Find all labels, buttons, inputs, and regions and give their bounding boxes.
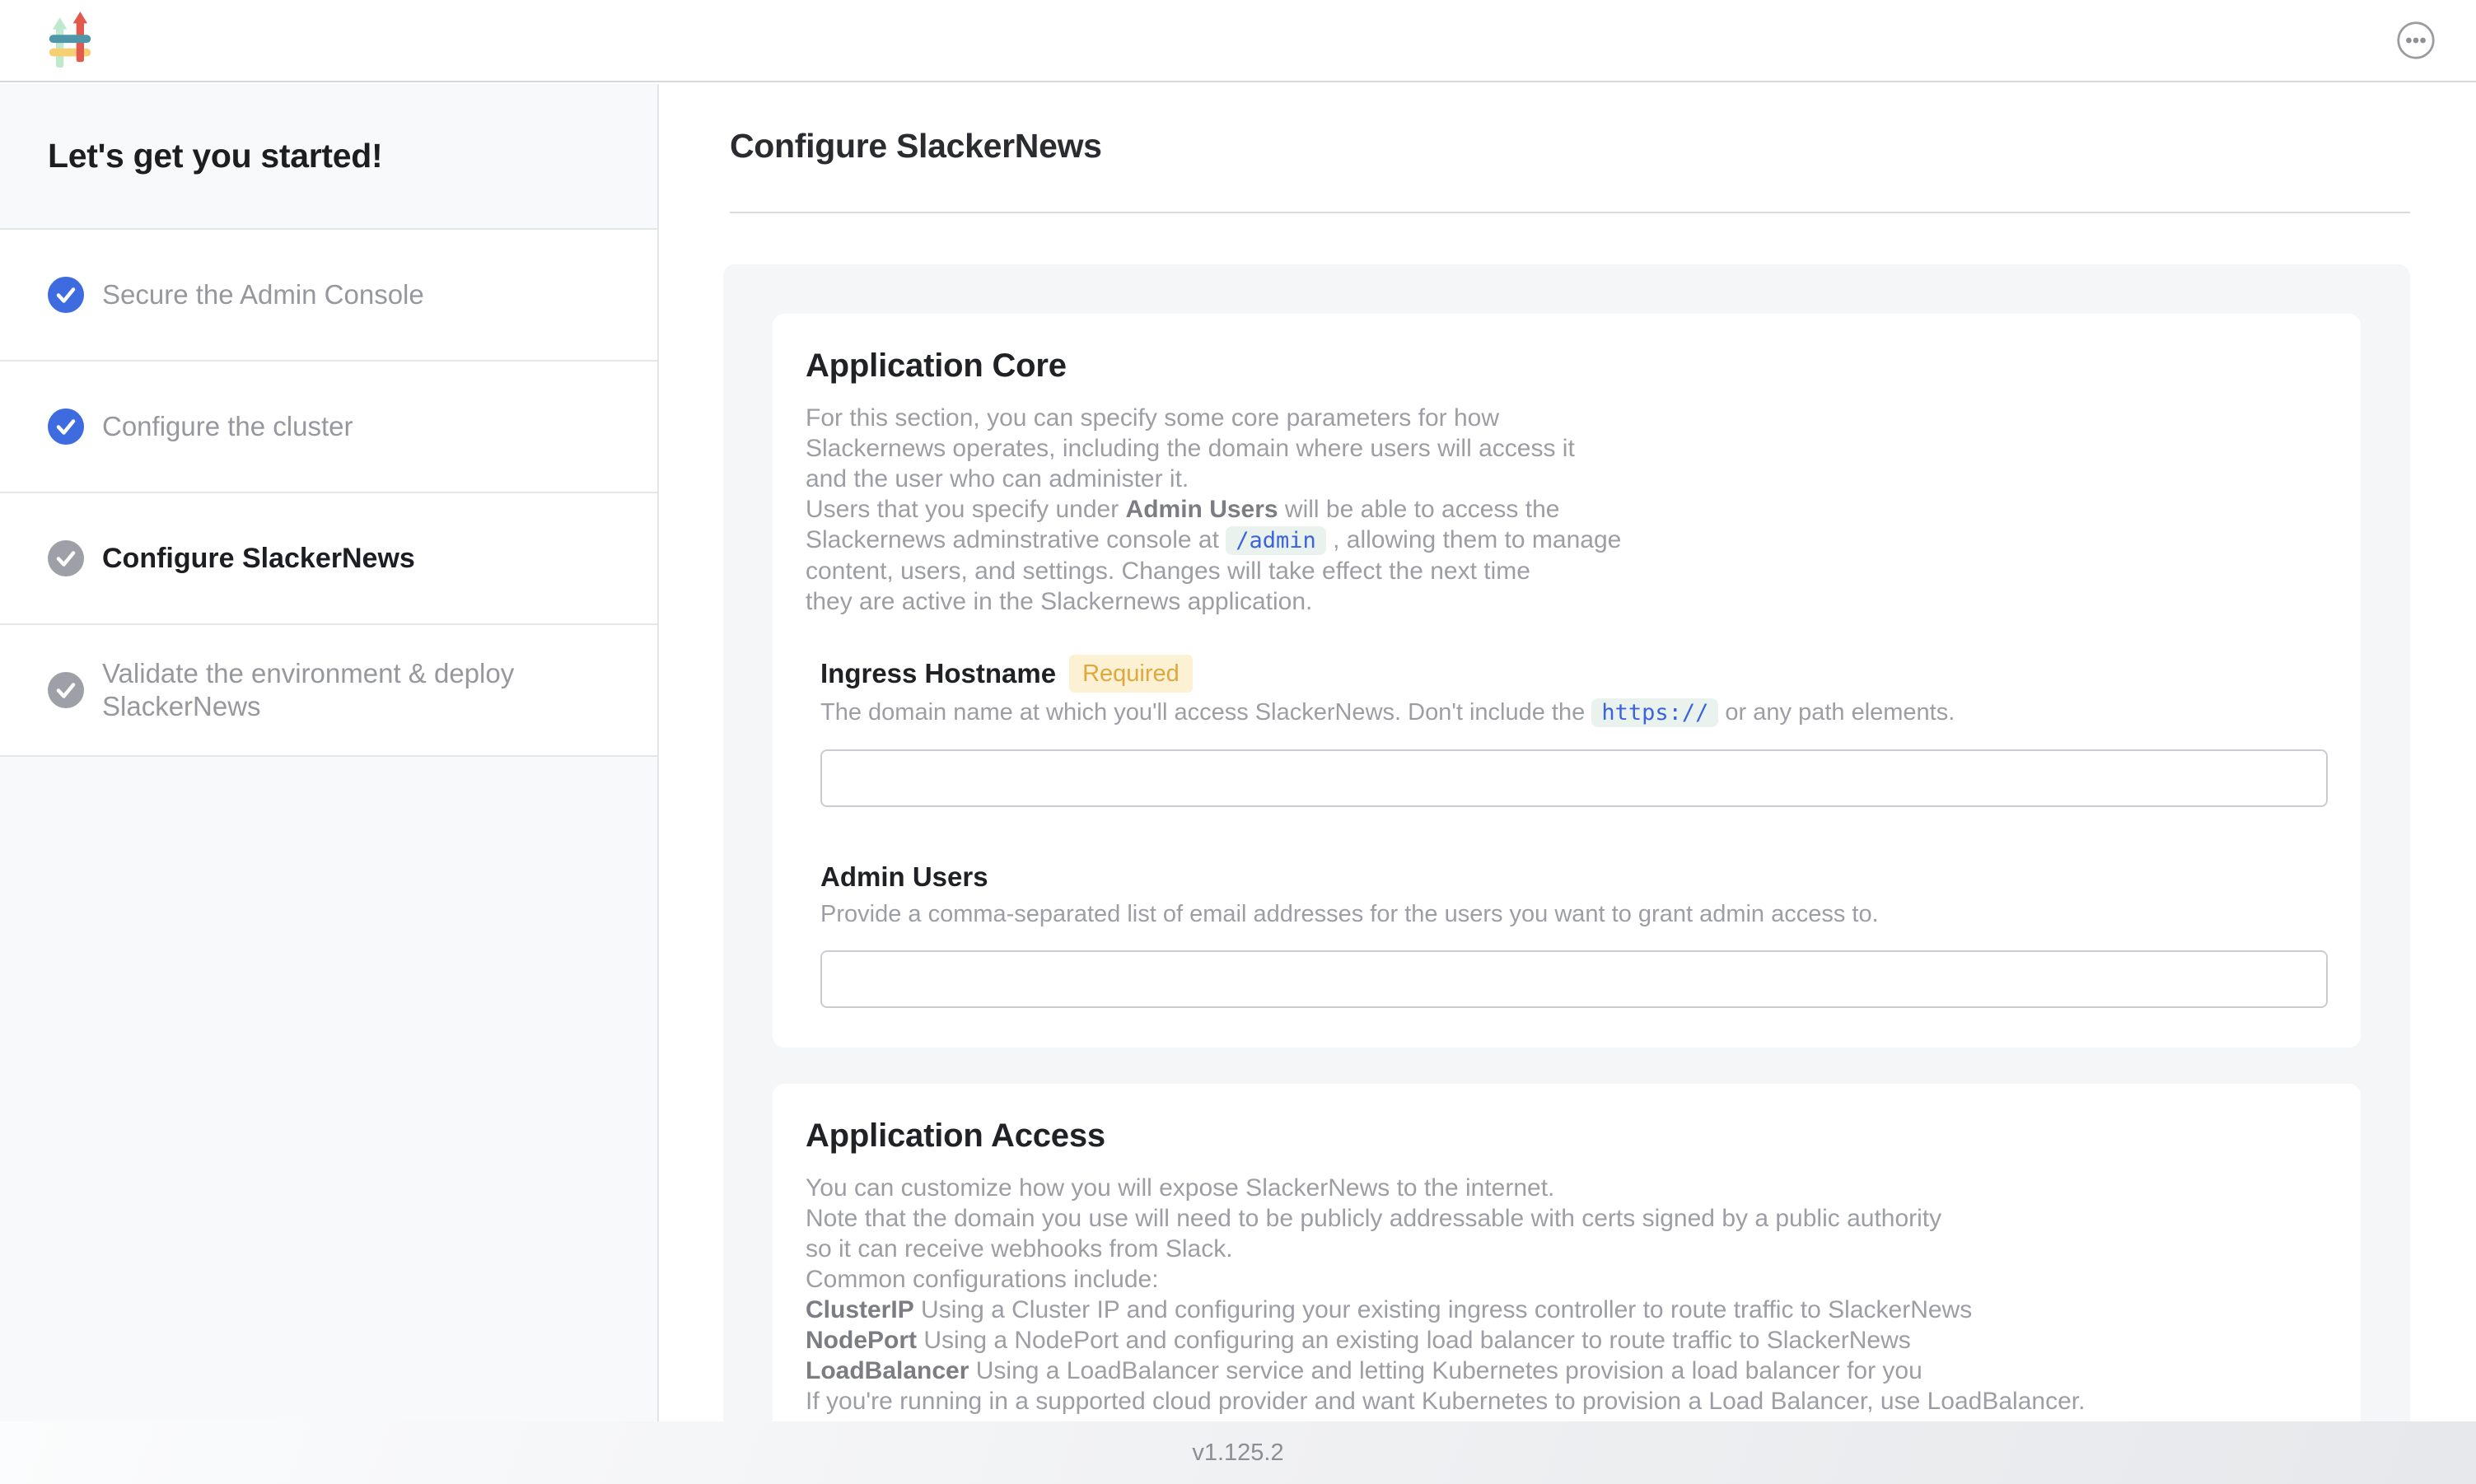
admin-users-input[interactable] [820,950,2328,1008]
more-options-button[interactable] [2397,21,2436,60]
field-label: Admin Users [820,860,988,894]
step-check-icon [48,408,84,445]
setup-step-item[interactable]: Configure the cluster [0,362,657,493]
ingress-hostname-field: Ingress Hostname Required The domain nam… [820,655,2328,807]
card-title: Application Core [806,347,2328,385]
card-description: You can customize how you will expose Sl… [806,1173,2328,1416]
admin-users-field: Admin Users Provide a comma-separated li… [820,860,2328,1008]
ellipsis-icon [2397,21,2435,59]
setup-step-item[interactable]: Secure the Admin Console [0,230,657,362]
version-footer: v1.125.2 [0,1421,2476,1484]
card-description: For this section, you can specify some c… [806,403,2328,617]
step-label: Validate the environment & deploy Slacke… [102,657,611,723]
page-title: Configure SlackerNews [730,127,2476,166]
sidebar-title: Let's get you started! [48,137,382,175]
version-label: v1.125.2 [1192,1440,1283,1467]
field-help: Provide a comma-separated list of email … [820,899,2328,929]
step-check-icon [48,672,84,708]
step-label: Configure the cluster [102,410,353,443]
step-label: Configure SlackerNews [102,542,415,575]
required-badge: Required [1069,655,1193,693]
field-help: The domain name at which you'll access S… [820,698,2328,728]
setup-steps-list: Secure the Admin Console Configure the c… [0,230,657,757]
sidebar-header: Let's get you started! [0,84,657,230]
config-main: Configure SlackerNews Application Core F… [661,84,2476,1484]
field-label: Ingress Hostname [820,656,1056,691]
config-panel: Application Core For this section, you c… [723,264,2410,1484]
step-check-icon [48,277,84,313]
ingress-hostname-input[interactable] [820,749,2328,807]
step-label: Secure the Admin Console [102,278,424,311]
top-header [0,0,2476,82]
slackernews-logo-icon [48,12,92,69]
title-divider [730,212,2410,213]
application-core-card: Application Core For this section, you c… [773,314,2361,1048]
field-label-row: Ingress Hostname Required [820,655,2328,693]
setup-sidebar: Let's get you started! Secure the Admin … [0,84,659,1484]
application-access-card: Application Access You can customize how… [773,1084,2361,1456]
card-title: Application Access [806,1117,2328,1155]
setup-step-item[interactable]: Validate the environment & deploy Slacke… [0,625,657,757]
field-label-row: Admin Users [820,860,2328,894]
setup-step-item[interactable]: Configure SlackerNews [0,493,657,625]
step-check-icon [48,540,84,576]
